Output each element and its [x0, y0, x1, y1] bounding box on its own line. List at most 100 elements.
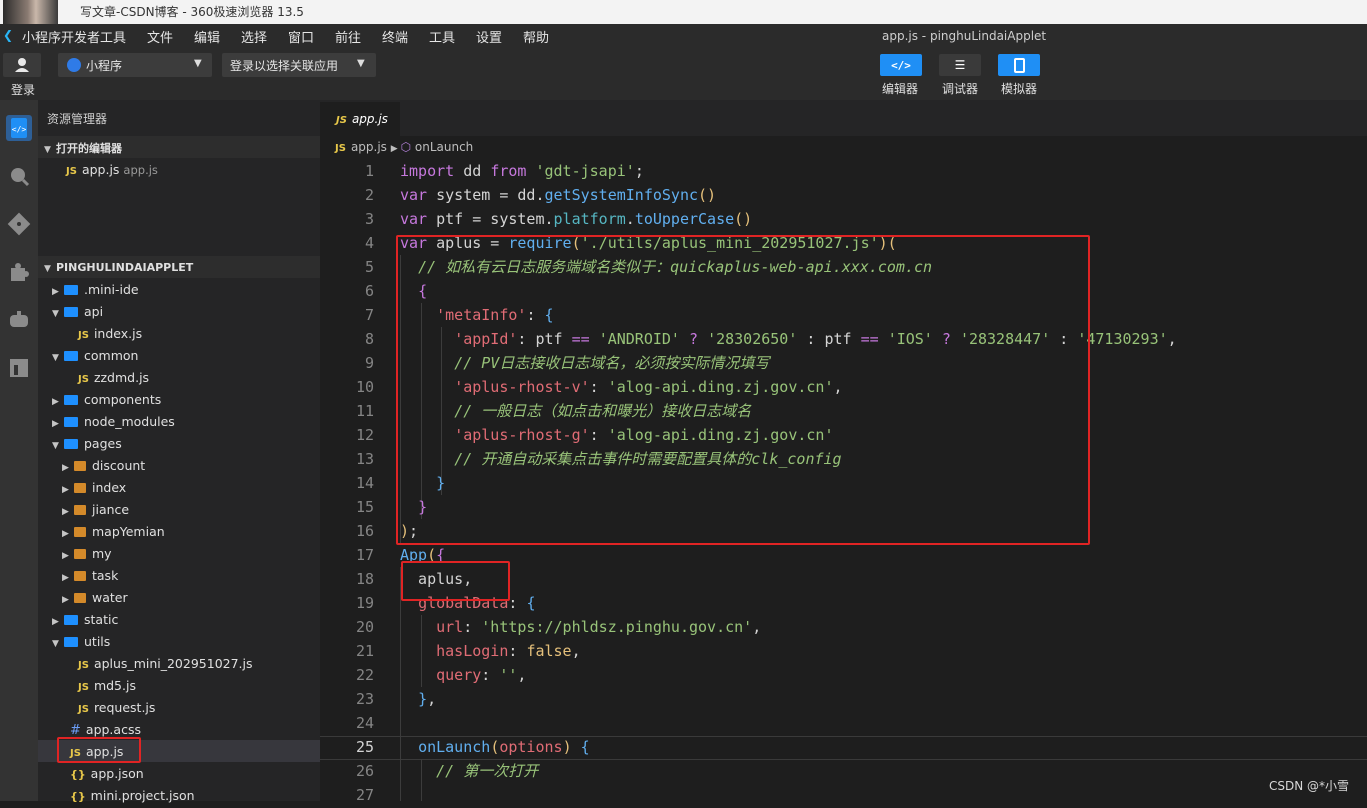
tree-item-app-json[interactable]: {} app.json — [52, 763, 144, 785]
tree-item-api[interactable]: ▼ api — [52, 301, 103, 323]
js-file-icon: JS — [78, 704, 89, 715]
debug-icon[interactable] — [6, 307, 32, 333]
code-line: url: 'https://phldsz.pinghu.gov.cn', — [400, 615, 761, 639]
line-number[interactable]: 19 — [320, 591, 374, 615]
tree-item-request-js[interactable]: JS request.js — [62, 697, 155, 719]
tree-item-label: request.js — [93, 700, 156, 715]
explorer-icon[interactable]: </> — [6, 115, 32, 141]
menu-terminal[interactable]: 终端 — [382, 27, 408, 46]
menu-file[interactable]: 文件 — [147, 27, 173, 46]
line-number[interactable]: 5 — [320, 255, 374, 279]
chevron-right-icon: ▶ — [390, 144, 401, 154]
code-token: 'https://phldsz.pinghu.gov.cn' — [481, 618, 753, 636]
open-editor-item-app-js[interactable]: JS app.js app.js — [66, 159, 158, 181]
menu-edit[interactable]: 编辑 — [194, 27, 220, 46]
line-number[interactable]: 20 — [320, 615, 374, 639]
menu-tools[interactable]: 工具 — [429, 27, 455, 46]
menu-help[interactable]: 帮助 — [523, 27, 549, 46]
tab-filename: app.js — [351, 112, 388, 126]
tree-item-zzdmd-js[interactable]: JS zzdmd.js — [62, 367, 149, 389]
breadcrumb-file[interactable]: app.js — [351, 140, 387, 154]
debugger-toggle-label: 调试器 — [942, 82, 979, 96]
menu-app-name[interactable]: 小程序开发者工具 — [22, 27, 126, 46]
line-number[interactable]: 13 — [320, 447, 374, 471]
code-token: 'gdt-jsapi' — [535, 162, 635, 180]
chevron-down-icon: ▼ — [52, 353, 59, 363]
code-icon: </> — [891, 59, 911, 72]
tree-item-common[interactable]: ▼ common — [52, 345, 138, 367]
line-number[interactable]: 18 — [320, 567, 374, 591]
tree-item-index[interactable]: ▶ index — [62, 477, 126, 499]
debugger-toggle-button[interactable]: ☰ — [939, 54, 981, 76]
chevron-down-icon: ▼ — [357, 58, 365, 69]
tree-item-label: .mini-ide — [84, 282, 139, 297]
line-number[interactable]: 6 — [320, 279, 374, 303]
folder-icon — [74, 570, 86, 581]
tree-item-mini-project-json[interactable]: {} mini.project.json — [52, 785, 195, 807]
tree-item-index-js[interactable]: JS index.js — [62, 323, 142, 345]
tree-item-pages[interactable]: ▼ pages — [52, 433, 122, 455]
line-number[interactable]: 27 — [320, 783, 374, 807]
tree-item-water[interactable]: ▶ water — [62, 587, 128, 609]
tree-item-discount[interactable]: ▶ discount — [62, 455, 145, 477]
tree-item-my[interactable]: ▶ my — [62, 543, 112, 565]
line-number[interactable]: 7 — [320, 303, 374, 327]
code-token: hasLogin — [436, 642, 509, 660]
tree-item-static[interactable]: ▶ static — [52, 609, 118, 631]
line-number[interactable]: 8 — [320, 327, 374, 351]
panel-icon[interactable] — [6, 355, 32, 381]
code-token: , — [517, 666, 527, 684]
breadcrumb-symbol[interactable]: onLaunch — [415, 140, 473, 154]
line-number[interactable]: 11 — [320, 399, 374, 423]
line-number[interactable]: 9 — [320, 351, 374, 375]
line-number[interactable]: 12 — [320, 423, 374, 447]
menu-settings[interactable]: 设置 — [476, 27, 502, 46]
login-label[interactable]: 登录 — [11, 81, 35, 98]
line-number[interactable]: 22 — [320, 663, 374, 687]
tree-item--mini-ide[interactable]: ▶ .mini-ide — [52, 279, 139, 301]
code-token: var — [400, 186, 428, 204]
tree-item-jiance[interactable]: ▶ jiance — [62, 499, 129, 521]
extensions-icon[interactable] — [6, 259, 32, 285]
tree-item-label: node_modules — [84, 414, 175, 429]
code-token: false — [526, 642, 572, 660]
tree-item-components[interactable]: ▶ components — [52, 389, 161, 411]
line-number[interactable]: 1 — [320, 159, 374, 183]
menu-go[interactable]: 前往 — [335, 27, 361, 46]
line-number[interactable]: 21 — [320, 639, 374, 663]
line-number[interactable]: 14 — [320, 471, 374, 495]
line-number[interactable]: 4 — [320, 231, 374, 255]
editor-toggle-button[interactable]: </> — [880, 54, 922, 76]
line-number[interactable]: 24 — [320, 711, 374, 735]
tree-item-utils[interactable]: ▼ utils — [52, 631, 110, 653]
line-number[interactable]: 17 — [320, 543, 374, 567]
explorer-title: 资源管理器 — [47, 112, 108, 126]
tree-item-mapyemian[interactable]: ▶ mapYemian — [62, 521, 165, 543]
tree-item-node-modules[interactable]: ▶ node_modules — [52, 411, 175, 433]
code-token: system = dd. — [427, 186, 545, 204]
tree-item-md5-js[interactable]: JS md5.js — [62, 675, 136, 697]
line-number[interactable]: 3 — [320, 207, 374, 231]
menu-selection[interactable]: 选择 — [241, 27, 267, 46]
tree-item-task[interactable]: ▶ task — [62, 565, 118, 587]
line-number[interactable]: 16 — [320, 519, 374, 543]
line-number[interactable]: 10 — [320, 375, 374, 399]
folder-icon — [64, 350, 78, 361]
line-number[interactable]: 25 — [320, 735, 374, 759]
project-type-select[interactable] — [58, 53, 212, 77]
user-button[interactable] — [3, 53, 41, 77]
line-number[interactable]: 2 — [320, 183, 374, 207]
tree-item-label: zzdmd.js — [93, 370, 150, 385]
simulator-toggle-button[interactable] — [998, 54, 1040, 76]
line-number[interactable]: 15 — [320, 495, 374, 519]
chevron-right-icon: ▶ — [62, 551, 69, 561]
folder-icon — [74, 592, 86, 603]
search-icon[interactable] — [6, 163, 32, 189]
menu-window[interactable]: 窗口 — [288, 27, 314, 46]
tree-item-aplus-mini-202951027-js[interactable]: JS aplus_mini_202951027.js — [62, 653, 253, 675]
code-token: // 第一次打开 — [436, 762, 539, 780]
line-number[interactable]: 26 — [320, 759, 374, 783]
line-number[interactable]: 23 — [320, 687, 374, 711]
git-icon[interactable] — [6, 211, 32, 237]
